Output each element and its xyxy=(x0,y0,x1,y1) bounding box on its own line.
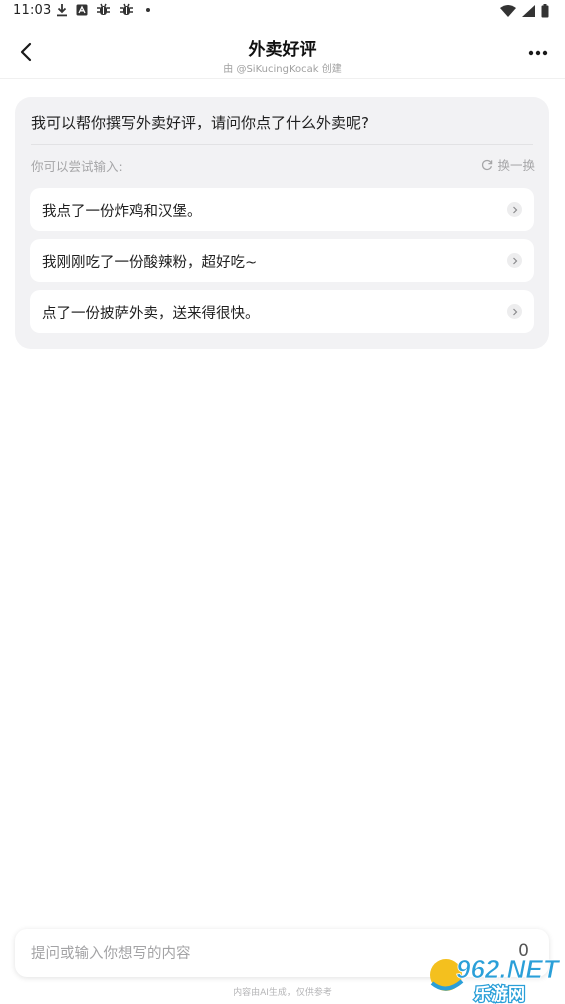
app-notification-icon xyxy=(76,4,88,16)
suggestion-item[interactable]: 我点了一份炸鸡和汉堡。 xyxy=(30,188,534,231)
suggestion-text: 我点了一份炸鸡和汉堡。 xyxy=(42,204,202,220)
page-title: 外卖好评 xyxy=(248,40,317,60)
app-screen: 11:03 外卖好评 由 @SiKucingKocak 创建 我可以帮你撰写外卖… xyxy=(0,0,565,1004)
status-system-icons xyxy=(500,4,549,18)
bug-icon xyxy=(97,3,110,15)
chat-input[interactable] xyxy=(29,929,493,979)
signal-icon xyxy=(522,5,535,17)
suggestion-text: 我刚刚吃了一份酸辣粉，超好吃~ xyxy=(42,255,258,271)
try-input-label: 你可以尝试输入: xyxy=(31,159,123,174)
suggestion-item[interactable]: 我刚刚吃了一份酸辣粉，超好吃~ xyxy=(30,239,534,282)
creator-subtitle: 由 @SiKucingKocak 创建 xyxy=(223,64,342,75)
chevron-right-icon xyxy=(507,304,522,319)
more-horizontal-icon xyxy=(528,50,548,56)
welcome-card: 我可以帮你撰写外卖好评，请问你点了什么外卖呢? 你可以尝试输入: 换一换 我点了… xyxy=(15,97,549,349)
refresh-suggestions-button[interactable]: 换一换 xyxy=(481,155,535,174)
refresh-label: 换一换 xyxy=(497,158,535,173)
bug-icon xyxy=(120,3,133,15)
download-icon xyxy=(57,4,67,17)
watermark-top-text: 962.NET xyxy=(456,954,561,984)
chevron-right-icon xyxy=(507,253,522,268)
status-notification-icons xyxy=(56,3,150,17)
watermark-bottom-text: 乐游网 xyxy=(474,984,525,1004)
welcome-message: 我可以帮你撰写外卖好评，请问你点了什么外卖呢? xyxy=(31,114,369,132)
suggestion-item[interactable]: 点了一份披萨外卖，送来得很快。 xyxy=(30,290,534,333)
more-options-button[interactable] xyxy=(525,40,551,66)
card-divider xyxy=(31,144,533,145)
top-app-bar: 外卖好评 由 @SiKucingKocak 创建 xyxy=(0,24,565,79)
status-time: 11:03 xyxy=(13,3,52,18)
status-dot xyxy=(146,8,150,12)
site-watermark-logo: 962.NET 乐游网 xyxy=(426,951,565,1004)
suggestion-text: 点了一份披萨外卖，送来得很快。 xyxy=(42,306,260,322)
refresh-icon xyxy=(482,159,493,170)
status-bar: 11:03 xyxy=(0,0,565,24)
wifi-icon xyxy=(500,5,516,17)
chevron-right-icon xyxy=(507,202,522,217)
battery-icon xyxy=(541,4,549,18)
